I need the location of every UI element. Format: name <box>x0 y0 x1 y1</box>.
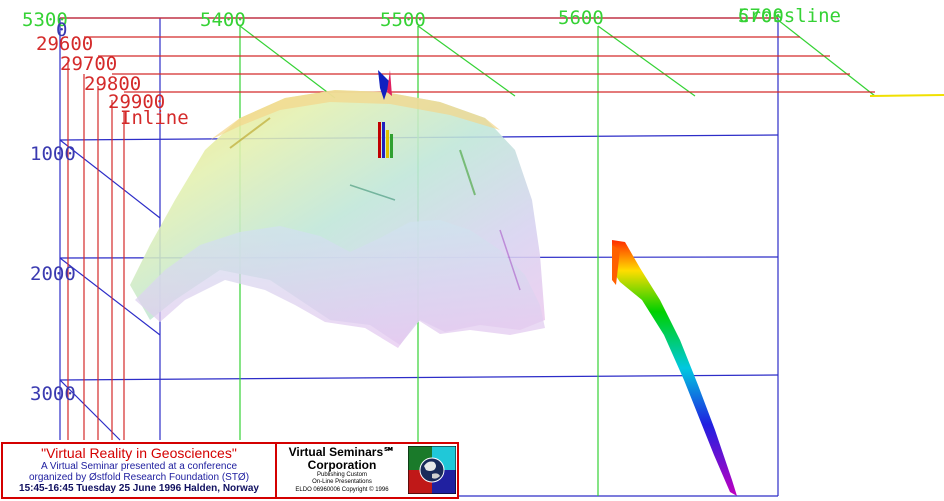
seminar-title: "Virtual Reality in Geosciences" <box>41 445 237 461</box>
depth-tick-label: 0 <box>56 19 67 41</box>
copyright-notice: ELDO 06960006 Copyright © 1996 <box>295 487 389 493</box>
crossline-tick-label: 5600 <box>558 7 604 29</box>
crossline-axis-title: Crossline <box>738 5 841 27</box>
crossline-direction-marker <box>869 94 944 97</box>
seminar-subtitle: A Virtual Seminar presented at a confere… <box>40 461 238 472</box>
seismic-3d-view[interactable]: 5300 5400 5500 5600 5700 Crossline 29600… <box>0 0 944 501</box>
company-info: Virtual Seminars℠ Corporation Publishing… <box>277 444 407 497</box>
depth-axis-labels: 0 1000 2000 3000 <box>30 19 76 405</box>
globe-quadrant-logo-icon <box>408 446 456 494</box>
company-name-suffix: Corporation <box>307 458 377 472</box>
crossline-tick-label: 5400 <box>200 9 246 31</box>
seminar-organizer: organized by Østfold Research Foundation… <box>28 472 250 483</box>
fault-surface[interactable] <box>612 240 737 496</box>
seminar-banner: "Virtual Reality in Geosciences" A Virtu… <box>1 442 459 499</box>
inline-tick-label: 29700 <box>60 53 117 75</box>
inline-axis-title: Inline <box>120 107 189 129</box>
crossline-tick-label: 5500 <box>380 9 426 31</box>
company-tagline-2: On-Line Presentations <box>312 479 372 485</box>
company-tagline: Publishing Custom <box>316 472 368 478</box>
seminar-info: "Virtual Reality in Geosciences" A Virtu… <box>3 444 277 497</box>
depth-tick-label: 1000 <box>30 143 76 165</box>
seminar-datetime: 15:45-16:45 Tuesday 25 June 1996 Halden,… <box>19 483 259 494</box>
depth-tick-label: 2000 <box>30 263 76 285</box>
depth-tick-label: 3000 <box>30 383 76 405</box>
horizon-dome-surface[interactable] <box>130 90 545 348</box>
